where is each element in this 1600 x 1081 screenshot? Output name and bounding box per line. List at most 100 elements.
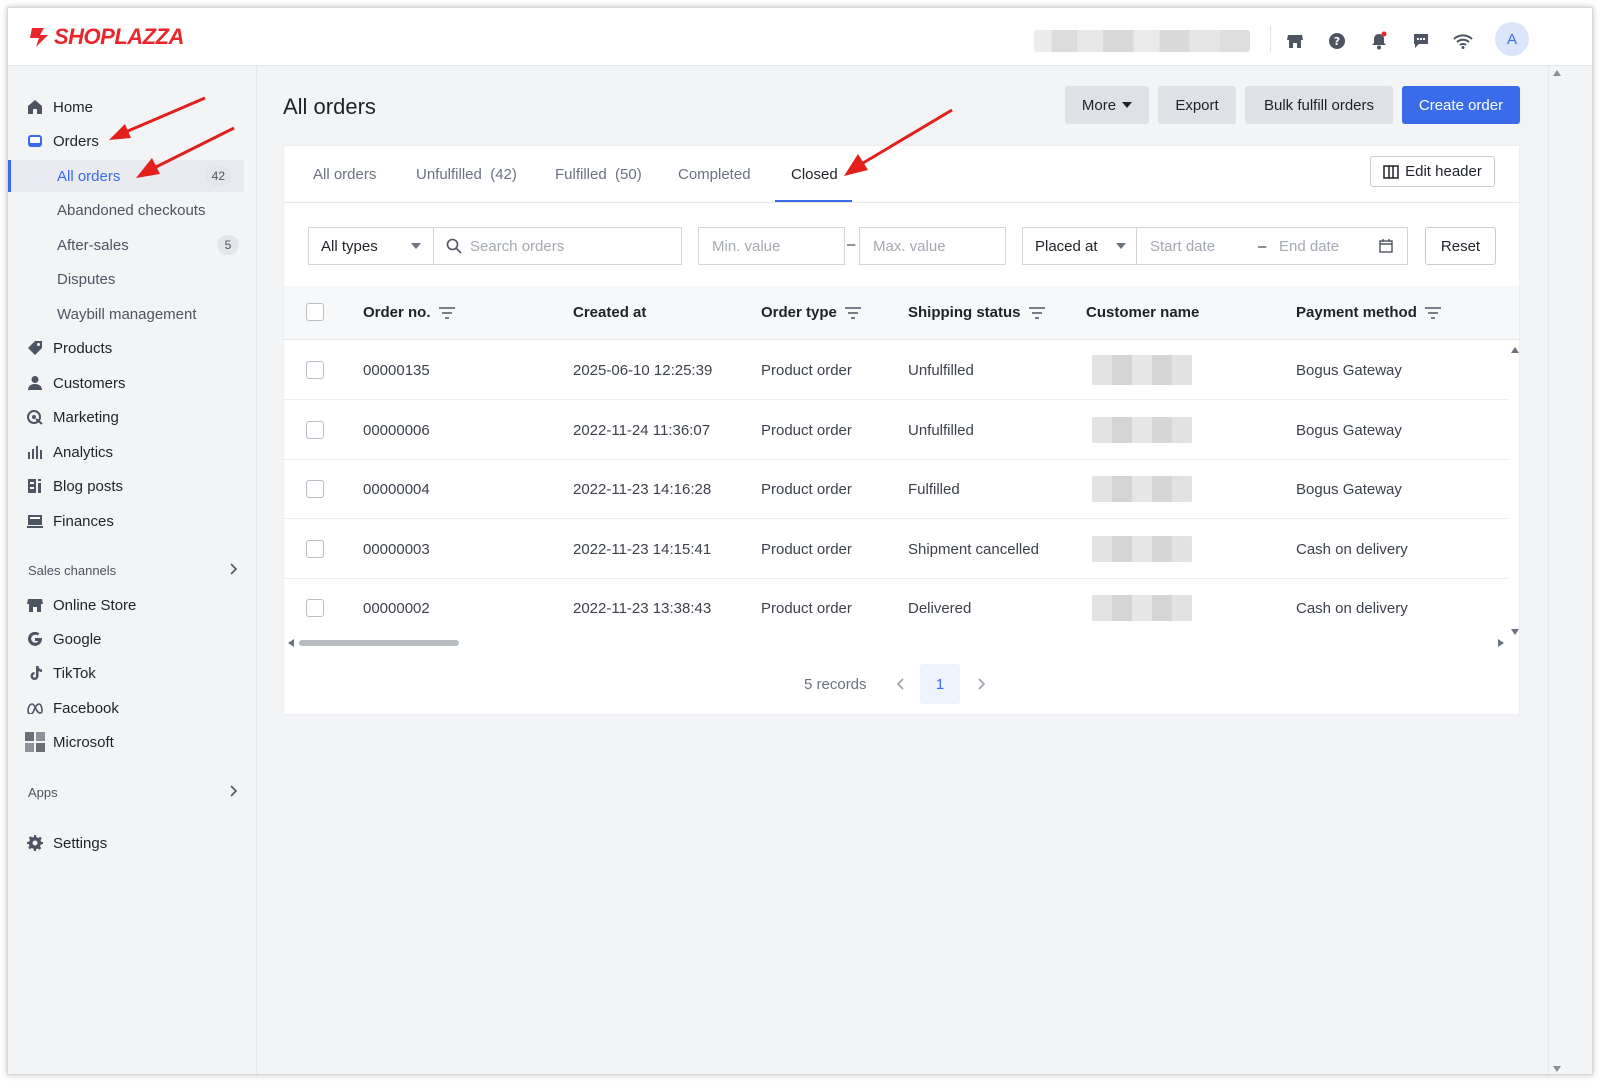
count-badge: 5: [217, 235, 239, 255]
sidebar-item-online-store[interactable]: Online Store: [8, 590, 257, 620]
sidebar-item-marketing[interactable]: Marketing: [8, 402, 257, 432]
created-at-cell: 2022-11-23 14:15:41: [573, 541, 712, 558]
range-dash: –: [847, 236, 856, 253]
column-label: Shipping status: [908, 304, 1021, 321]
sidebar-item-analytics[interactable]: Analytics: [8, 437, 257, 467]
scroll-left-arrow-icon[interactable]: [287, 638, 295, 648]
column-order-no[interactable]: Order no.: [363, 304, 455, 321]
horizontal-scrollbar[interactable]: [284, 636, 1508, 650]
sidebar-item-disputes[interactable]: Disputes: [8, 263, 257, 295]
tab-unfulfilled[interactable]: Unfulfilled (42): [416, 166, 517, 183]
tab-fulfilled[interactable]: Fulfilled (50): [555, 166, 642, 183]
sales-channels-header[interactable]: Sales channels: [28, 563, 238, 578]
wifi-icon[interactable]: [1452, 30, 1474, 52]
page-number-button[interactable]: 1: [920, 664, 960, 704]
help-icon[interactable]: ?: [1326, 30, 1348, 52]
meta-icon: [26, 699, 44, 717]
table-row[interactable]: 00000006 2022-11-24 11:36:07 Product ord…: [284, 401, 1508, 460]
sidebar-item-orders[interactable]: Orders: [8, 126, 257, 156]
sidebar-item-home[interactable]: Home: [8, 92, 257, 122]
date-range-picker[interactable]: Start date – End date: [1136, 227, 1408, 265]
min-value-input[interactable]: Min. value: [698, 227, 845, 265]
sidebar-item-products[interactable]: Products: [8, 333, 257, 363]
table-row[interactable]: 00000004 2022-11-23 14:16:28 Product ord…: [284, 460, 1508, 519]
sidebar-item-label: Settings: [53, 834, 108, 852]
table-row[interactable]: 00000135 2025-06-10 12:25:39 Product ord…: [284, 341, 1508, 400]
table-row[interactable]: 00000003 2022-11-23 14:15:41 Product ord…: [284, 520, 1508, 579]
column-shipping-status[interactable]: Shipping status: [908, 304, 1045, 321]
row-checkbox[interactable]: [306, 599, 324, 617]
sidebar-item-tiktok[interactable]: TikTok: [8, 658, 257, 688]
scroll-right-arrow-icon[interactable]: [1497, 638, 1505, 648]
sidebar-item-google[interactable]: Google: [8, 624, 257, 654]
filter-icon[interactable]: [1424, 306, 1441, 319]
column-label: Customer name: [1086, 304, 1200, 321]
row-checkbox[interactable]: [306, 361, 324, 379]
count-badge: 42: [205, 166, 231, 186]
order-number-link[interactable]: 00000004: [363, 481, 430, 498]
order-number-link[interactable]: 00000135: [363, 362, 430, 379]
more-button[interactable]: More: [1065, 86, 1149, 124]
sidebar-item-settings[interactable]: Settings: [8, 828, 257, 858]
column-label: Created at: [573, 304, 647, 321]
filter-icon[interactable]: [438, 306, 455, 319]
gear-icon: [26, 834, 44, 852]
column-created-at: Created at: [573, 304, 646, 321]
shipping-status-cell: Delivered: [908, 600, 972, 617]
search-input[interactable]: Search orders: [433, 227, 682, 265]
table-row[interactable]: 00000002 2022-11-23 13:38:43 Product ord…: [284, 579, 1508, 638]
type-select[interactable]: All types: [308, 227, 434, 265]
sidebar-item-all-orders[interactable]: All orders 42: [8, 160, 244, 192]
sidebar-item-abandoned-checkouts[interactable]: Abandoned checkouts: [8, 194, 257, 226]
scroll-down-arrow-icon[interactable]: [1510, 628, 1520, 636]
tab-closed[interactable]: Closed: [791, 166, 838, 183]
sidebar-item-finances[interactable]: Finances: [8, 506, 257, 536]
tab-all-orders[interactable]: All orders: [313, 166, 376, 183]
export-button[interactable]: Export: [1158, 86, 1236, 124]
edit-header-button[interactable]: Edit header: [1370, 156, 1495, 187]
filter-icon[interactable]: [1028, 306, 1045, 319]
prev-page-button[interactable]: [881, 664, 921, 704]
avatar[interactable]: A: [1495, 22, 1529, 56]
chat-icon[interactable]: [1410, 30, 1432, 52]
order-number-link[interactable]: 00000002: [363, 600, 430, 617]
bulk-fulfill-button[interactable]: Bulk fulfill orders: [1245, 86, 1393, 124]
shoplazza-logo[interactable]: SHOPLAZZA: [28, 24, 184, 50]
sidebar-item-waybill-management[interactable]: Waybill management: [8, 298, 257, 330]
sidebar-item-customers[interactable]: Customers: [8, 368, 257, 398]
finance-icon: [26, 512, 44, 530]
sidebar-item-label: Microsoft: [53, 733, 114, 751]
store-name-redacted[interactable]: [1034, 30, 1250, 52]
reset-button[interactable]: Reset: [1425, 227, 1496, 265]
scroll-down-arrow-icon[interactable]: [1552, 1065, 1562, 1073]
date-type-select[interactable]: Placed at: [1022, 227, 1137, 265]
row-checkbox[interactable]: [306, 540, 324, 558]
sidebar-item-label: Analytics: [53, 443, 114, 461]
created-at-cell: 2022-11-24 11:36:07: [573, 422, 711, 439]
column-order-type[interactable]: Order type: [761, 304, 861, 321]
page-scrollbar[interactable]: [1548, 66, 1564, 1074]
row-checkbox[interactable]: [306, 480, 324, 498]
min-placeholder: Min. value: [712, 237, 781, 255]
scrollbar-thumb[interactable]: [299, 640, 459, 646]
apps-header[interactable]: Apps: [28, 785, 238, 800]
sidebar-item-facebook[interactable]: Facebook: [8, 693, 257, 723]
select-all-checkbox[interactable]: [306, 303, 324, 321]
order-number-link[interactable]: 00000006: [363, 422, 430, 439]
order-number-link[interactable]: 00000003: [363, 541, 430, 558]
next-page-button[interactable]: [961, 664, 1001, 704]
create-order-button[interactable]: Create order: [1402, 86, 1520, 124]
row-checkbox[interactable]: [306, 421, 324, 439]
column-payment-method[interactable]: Payment method: [1296, 304, 1441, 321]
sidebar-item-after-sales[interactable]: After-sales 5: [8, 229, 257, 261]
sidebar-item-microsoft[interactable]: Microsoft: [8, 727, 257, 757]
scroll-up-arrow-icon[interactable]: [1552, 69, 1562, 77]
column-label: Order type: [761, 304, 837, 321]
bell-icon[interactable]: [1368, 30, 1390, 52]
sidebar-item-blog-posts[interactable]: Blog posts: [8, 471, 257, 501]
scroll-up-arrow-icon[interactable]: [1510, 346, 1520, 354]
filter-icon[interactable]: [844, 306, 861, 319]
tab-completed[interactable]: Completed: [678, 166, 751, 183]
store-icon[interactable]: [1284, 30, 1306, 52]
max-value-input[interactable]: Max. value: [859, 227, 1006, 265]
